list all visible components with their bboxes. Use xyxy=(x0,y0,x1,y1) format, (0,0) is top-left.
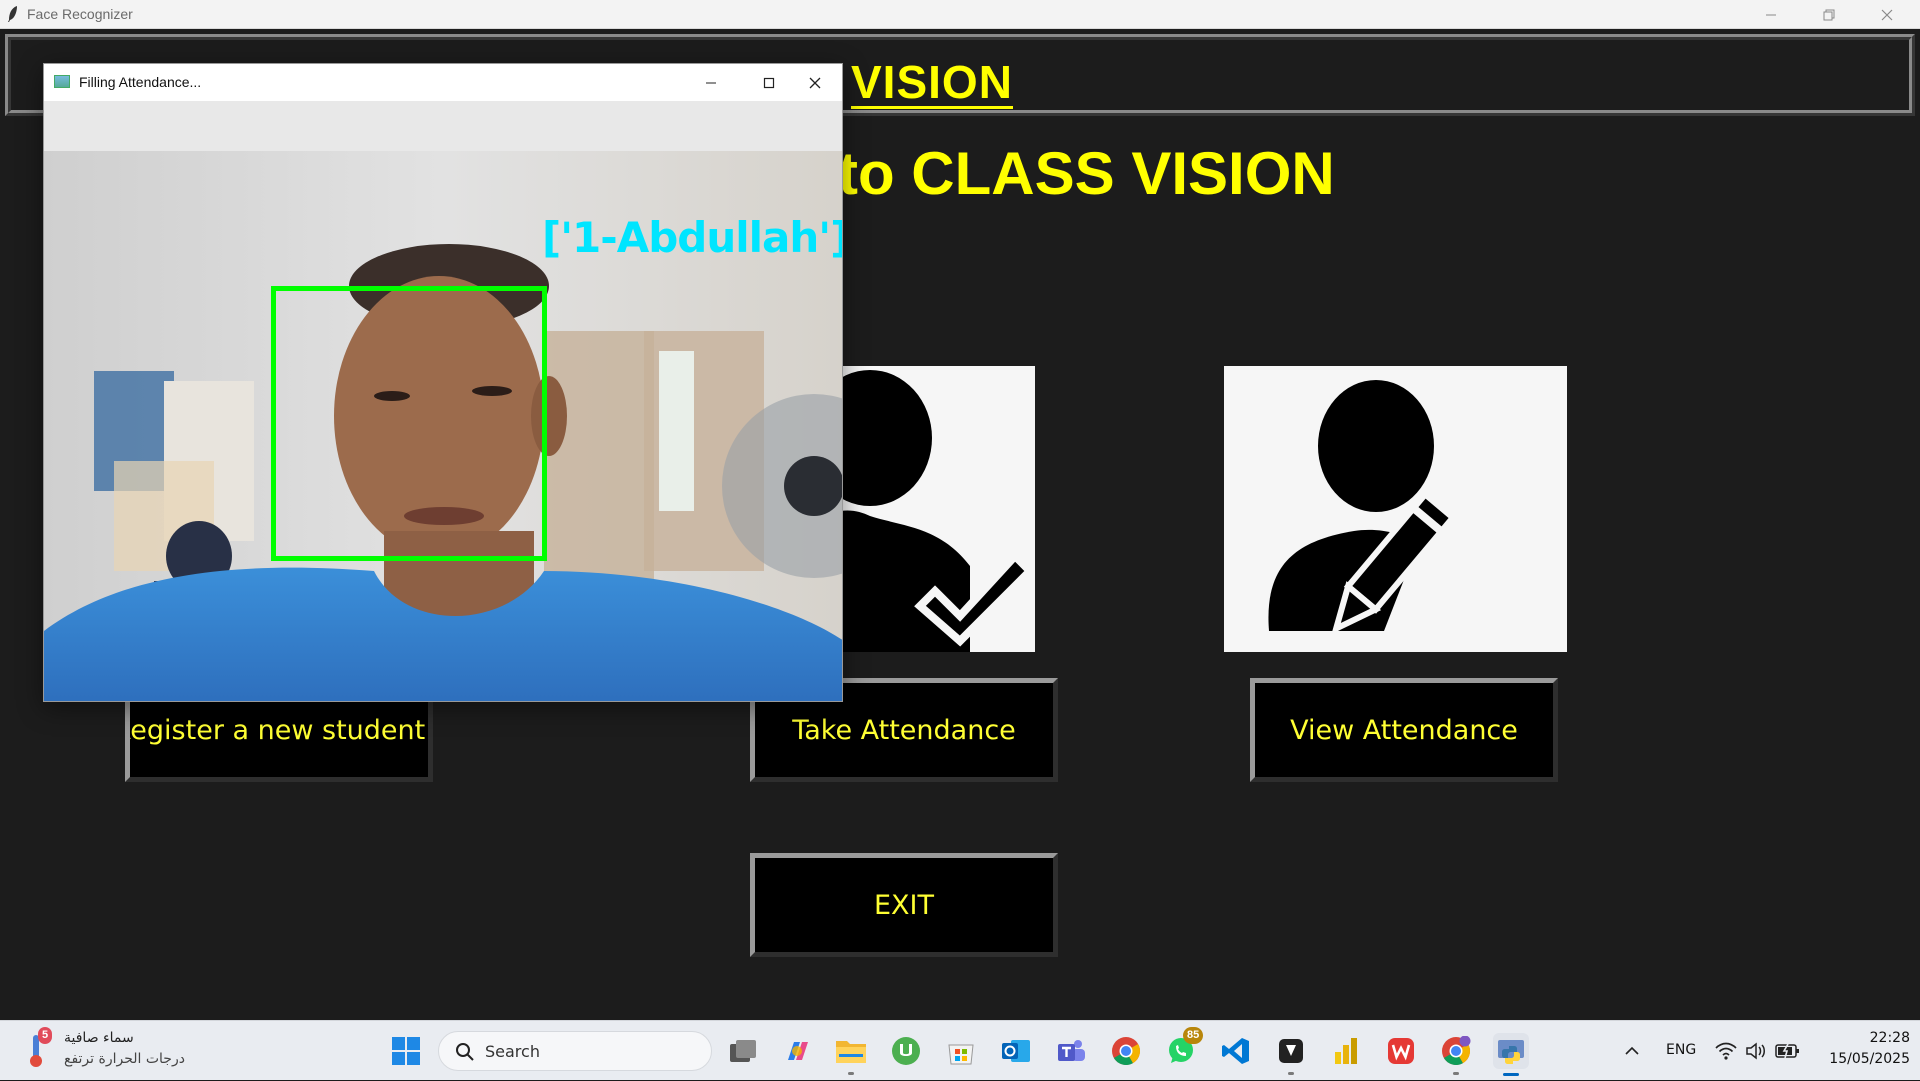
header-title: VISION xyxy=(851,56,1013,109)
face-detection-box xyxy=(271,286,547,561)
file-explorer-icon xyxy=(836,1041,866,1063)
language-indicator[interactable]: ENG xyxy=(1666,1042,1696,1058)
wifi-icon xyxy=(1715,1042,1737,1060)
vscode-button[interactable] xyxy=(1218,1033,1254,1069)
view-attendance-button[interactable]: View Attendance xyxy=(1250,678,1558,782)
minimize-icon xyxy=(1766,14,1776,15)
restore-icon xyxy=(1823,9,1835,20)
weather-badge: 5 xyxy=(38,1027,53,1044)
network-sound-battery-group[interactable] xyxy=(1715,1037,1805,1065)
close-button[interactable] xyxy=(1858,0,1916,29)
microsoft-store-icon xyxy=(948,1044,974,1065)
close-icon xyxy=(809,77,821,88)
user-check-icon xyxy=(800,370,1036,652)
recognized-name-label: ['1-Abdullah'] xyxy=(542,213,843,262)
minimize-button[interactable] xyxy=(1742,0,1800,29)
take-attendance-image xyxy=(800,366,1036,652)
task-view-button[interactable] xyxy=(725,1033,761,1069)
main-app-area: VISION to CLASS VISION Register a new st… xyxy=(0,29,1920,1020)
close-icon xyxy=(1881,9,1893,20)
copilot-button[interactable] xyxy=(779,1033,815,1069)
clock-time: 22:28 xyxy=(1869,1030,1910,1046)
start-icon xyxy=(392,1037,420,1065)
filling-attendance-window[interactable]: Filling Attendance... ['1-Abdullah'] xyxy=(43,63,843,702)
maximize-icon xyxy=(763,77,775,88)
obs-icon xyxy=(1279,1039,1303,1063)
weather-condition: سماء صافية xyxy=(64,1030,134,1046)
wps-office-button[interactable] xyxy=(1383,1033,1419,1069)
popup-titlebar[interactable]: Filling Attendance... xyxy=(44,64,842,101)
exit-label: EXIT xyxy=(873,889,934,921)
file-explorer-button[interactable] xyxy=(833,1033,869,1075)
running-indicator xyxy=(848,1072,854,1075)
minimize-icon xyxy=(706,82,716,83)
popup-close-button[interactable] xyxy=(786,64,842,101)
feather-app-icon xyxy=(8,6,17,22)
main-window-titlebar[interactable]: Face Recognizer xyxy=(0,0,1920,29)
chrome-profile-icon xyxy=(1442,1036,1471,1065)
copilot-icon xyxy=(788,1042,808,1060)
vscode-icon xyxy=(1222,1038,1249,1064)
restore-button[interactable] xyxy=(1800,0,1858,29)
register-student-label: Register a new student xyxy=(125,714,426,746)
obs-button[interactable] xyxy=(1273,1033,1309,1075)
wps-office-icon xyxy=(1388,1038,1414,1064)
chevron-up-icon xyxy=(1625,1046,1639,1055)
view-attendance-label: View Attendance xyxy=(1290,714,1518,746)
utorrent-button[interactable] xyxy=(888,1033,924,1069)
main-window-title: Face Recognizer xyxy=(27,6,133,22)
popup-title: Filling Attendance... xyxy=(79,74,202,90)
taskbar-search-box[interactable]: Search xyxy=(438,1031,712,1071)
teams-button[interactable] xyxy=(1053,1033,1089,1069)
whatsapp-badge: 85 xyxy=(1183,1027,1204,1044)
whatsapp-button[interactable]: 85 xyxy=(1163,1027,1204,1069)
weather-trend: درجات الحرارة ترتفع xyxy=(64,1051,185,1067)
popup-minimize-button[interactable] xyxy=(682,64,740,101)
powerbi-icon xyxy=(1335,1038,1357,1064)
powerbi-button[interactable] xyxy=(1328,1033,1364,1069)
clock[interactable]: 22:28 15/05/2025 xyxy=(1814,1027,1910,1075)
task-view-icon xyxy=(730,1040,756,1062)
search-icon xyxy=(456,1043,474,1061)
outlook-icon xyxy=(1002,1040,1030,1062)
show-hidden-icons-button[interactable] xyxy=(1620,1039,1644,1063)
webcam-feed: ['1-Abdullah'] xyxy=(44,101,843,701)
welcome-message: to CLASS VISION xyxy=(838,140,1335,207)
python-button[interactable] xyxy=(1493,1033,1529,1076)
running-indicator xyxy=(1453,1072,1459,1075)
python-icon xyxy=(1498,1040,1524,1064)
take-attendance-label: Take Attendance xyxy=(792,714,1016,746)
user-edit-icon xyxy=(1268,380,1458,635)
clock-date: 15/05/2025 xyxy=(1829,1051,1910,1067)
speaker-icon xyxy=(1746,1042,1765,1060)
weather-widget[interactable]: 5 سماء صافية درجات الحرارة ترتفع xyxy=(20,1021,200,1081)
start-button[interactable] xyxy=(388,1033,424,1069)
chrome-profile-button[interactable] xyxy=(1438,1033,1474,1075)
running-indicator xyxy=(1288,1072,1294,1075)
chrome-icon xyxy=(1112,1037,1140,1065)
utorrent-icon xyxy=(892,1037,920,1065)
exit-button[interactable]: EXIT xyxy=(750,853,1058,957)
outlook-button[interactable] xyxy=(998,1033,1034,1069)
chrome-button[interactable] xyxy=(1108,1033,1144,1069)
microsoft-store-button[interactable] xyxy=(943,1033,979,1069)
search-placeholder: Search xyxy=(485,1042,540,1061)
battery-charging-icon xyxy=(1775,1043,1799,1059)
teams-icon xyxy=(1058,1040,1085,1061)
view-attendance-image xyxy=(1224,366,1567,652)
windows-taskbar: 5 سماء صافية درجات الحرارة ترتفع Search xyxy=(0,1020,1920,1080)
active-indicator xyxy=(1503,1073,1519,1076)
opencv-window-icon xyxy=(54,75,70,88)
